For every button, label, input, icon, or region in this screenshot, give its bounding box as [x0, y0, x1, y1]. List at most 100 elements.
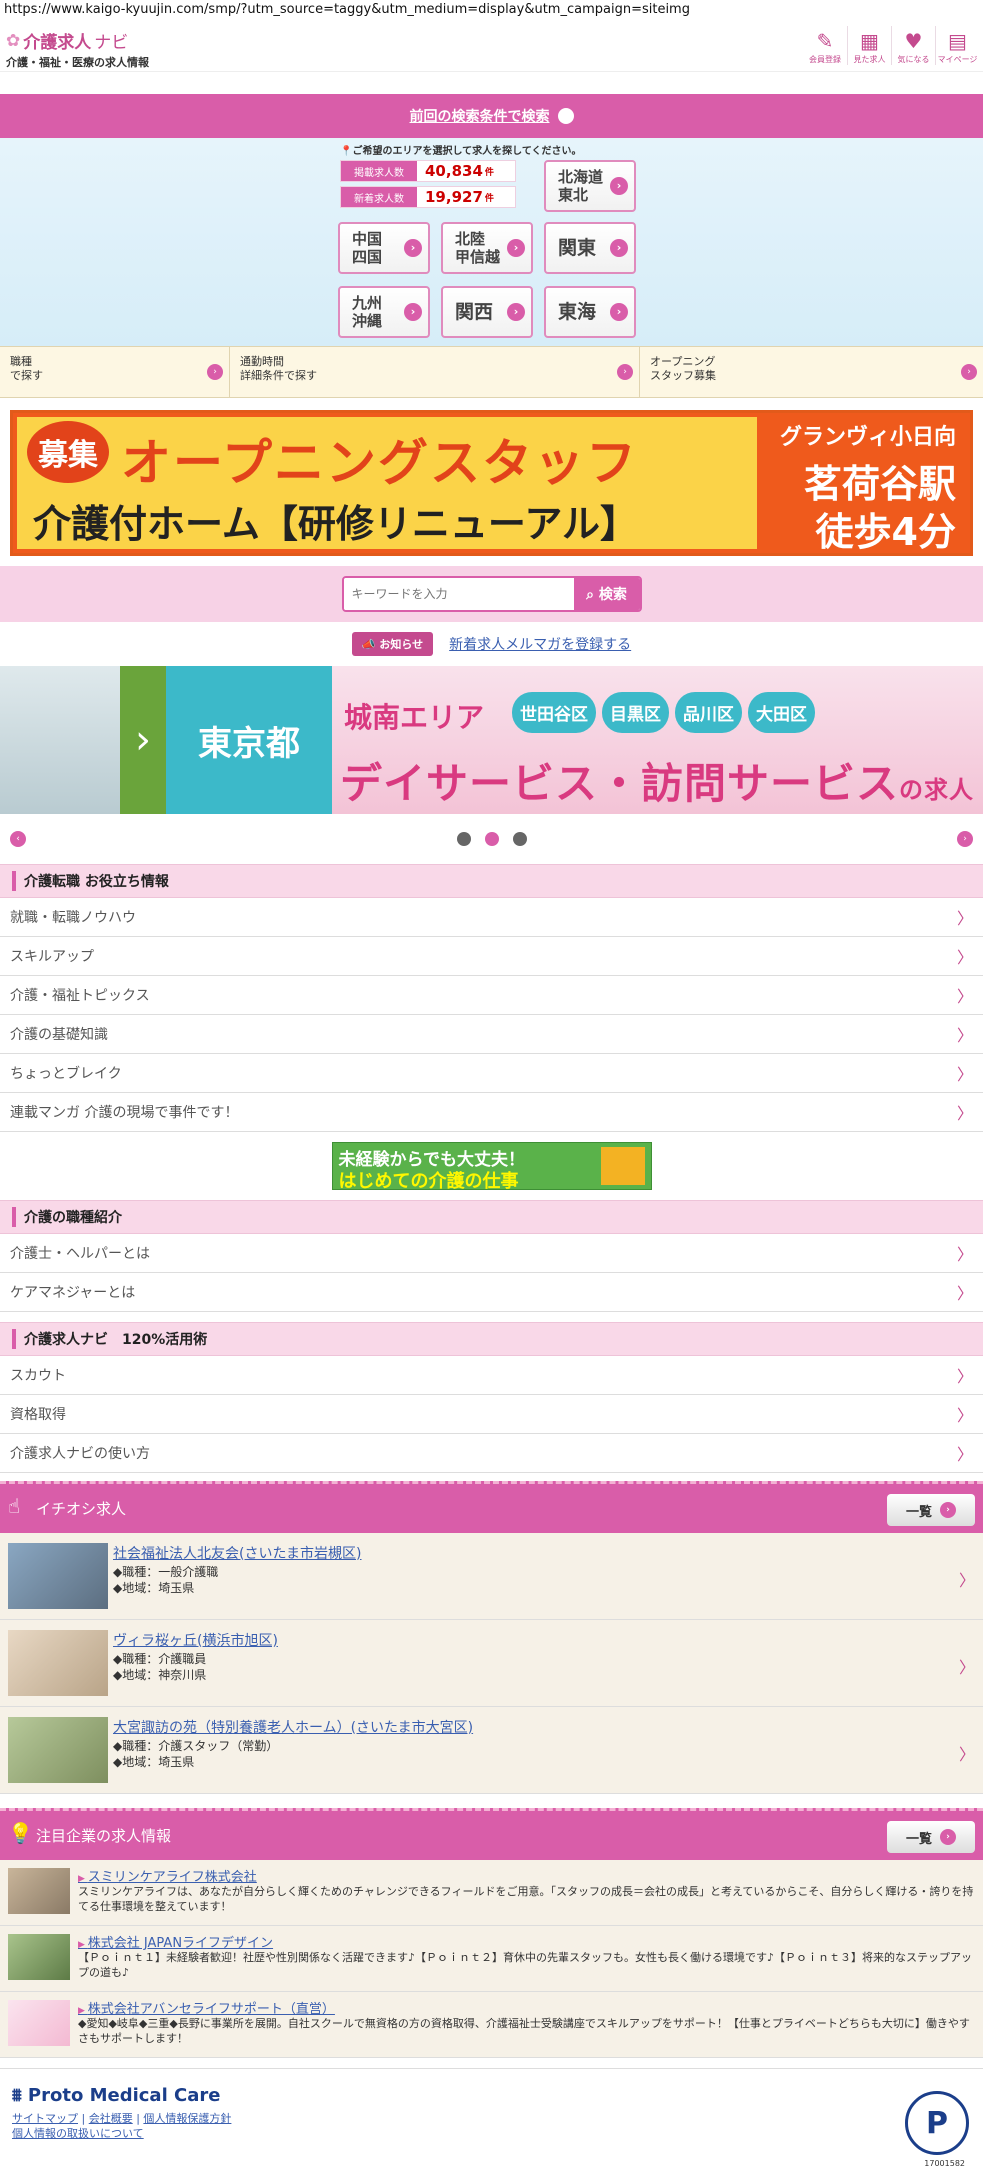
list-item[interactable]: スカウト〉 — [0, 1356, 983, 1395]
pin-icon: 📍 — [340, 146, 353, 157]
list-item[interactable]: 介護の基礎知識〉 — [0, 1015, 983, 1054]
footer-link-sitemap[interactable]: サイトマップ — [12, 2112, 78, 2125]
logo-main: 介護求人 — [23, 33, 92, 53]
region-hokuriku-button[interactable]: 北陸 甲信越 › — [441, 222, 533, 274]
news-tag: 📣 お知らせ — [351, 632, 434, 656]
job-photo — [8, 1543, 108, 1609]
slider-dot[interactable] — [456, 832, 471, 846]
header-icons: ✎ 会員登録 ▦ 見た求人 ♥ 気になる ▤ マイページ — [803, 26, 979, 65]
list-item[interactable]: 連載マンガ 介護の現場で事件です！〉 — [0, 1093, 983, 1132]
promo-slider[interactable]: › 東京都 城南エリア 世田谷区 目黒区 品川区 大田区 デイサービス・訪問サービスの… — [0, 666, 983, 814]
beginner-banner[interactable]: 未経験からでも大丈夫！ はじめての介護の仕事 — [331, 1142, 652, 1192]
chevron-right-icon: 〉 — [956, 1367, 973, 1386]
chevron-right-icon: 〉 — [958, 1571, 975, 1590]
arrow-right-icon: › — [940, 1502, 956, 1518]
list-item[interactable]: 介護求人ナビの使い方〉 — [0, 1434, 983, 1473]
footer-link-privacy[interactable]: 個人情報保護方針 — [143, 2112, 231, 2125]
list-item[interactable]: 介護・福祉トピックス〉 — [0, 976, 983, 1015]
company-name-link[interactable]: 株式会社アバンセライフサポート（直営） — [78, 1998, 335, 2017]
heart-icon: ♥ — [904, 29, 923, 53]
calendar-icon: ▦ — [860, 29, 879, 53]
pickup-all-button[interactable]: 一覧 › — [887, 1494, 975, 1526]
keyword-input[interactable] — [343, 578, 574, 610]
member-register-button[interactable]: ✎ 会員登録 — [803, 26, 847, 65]
chevron-right-icon: 〉 — [956, 1245, 973, 1264]
job-item[interactable]: 大宮諏訪の苑（特別養護老人ホーム）(さいたま市大宮区) ◆職種：介護スタッフ（常… — [0, 1707, 983, 1794]
arrow-right-icon: › — [404, 303, 422, 321]
footer-link-company[interactable]: 会社概要 — [89, 2112, 133, 2125]
list-item[interactable]: スキルアップ〉 — [0, 937, 983, 976]
region-tokai-button[interactable]: 東海 › — [544, 286, 636, 338]
slider-dot[interactable] — [484, 832, 499, 846]
slider-prev-button[interactable]: ‹ — [10, 831, 26, 847]
job-name-link[interactable]: 大宮諏訪の苑（特別養護老人ホーム）(さいたま市大宮区) — [113, 1717, 473, 1737]
company-photo — [8, 1868, 70, 1914]
company-photo — [8, 1934, 70, 1980]
mypage-button[interactable]: ▤ マイページ — [935, 26, 979, 65]
list-item[interactable]: 就職・転職ノウハウ〉 — [0, 898, 983, 937]
area-selector: 📍ご希望のエリアを選択して求人を探してください。 掲載求人数 40,834 件 新… — [0, 138, 983, 346]
chevron-right-icon: 〉 — [956, 1065, 973, 1084]
site-logo[interactable]: ✿ 介護求人 ナビ 介護・福祉・医療の求人情報 — [6, 28, 149, 70]
region-kanto-button[interactable]: 関東 › — [544, 222, 636, 274]
company-item[interactable]: スミリンケアライフ株式会社 スミリンケアライフは、あなたが自分らしく輝くためのチ… — [0, 1860, 983, 1926]
mypage-icon: ▤ — [948, 29, 967, 53]
new-count: 新着求人数 19,927 件 — [340, 186, 516, 208]
pickup-header: ☝ イチオシ求人 一覧 › — [0, 1481, 983, 1533]
slider-dot[interactable] — [512, 832, 527, 846]
job-item[interactable]: ヴィラ桜ヶ丘(横浜市旭区) ◆職種：介護職員 ◆地域：神奈川県 〉 — [0, 1620, 983, 1707]
arrow-right-icon: › — [610, 239, 628, 257]
list-item[interactable]: 介護士・ヘルパーとは〉 — [0, 1234, 983, 1273]
arrow-right-icon: › — [617, 364, 633, 380]
favorites-button[interactable]: ♥ 気になる — [891, 26, 935, 65]
region-chugoku-button[interactable]: 中国 四国 › — [338, 222, 430, 274]
company-item[interactable]: 株式会社アバンセライフサポート（直営） ◆愛知◆岐阜◆三重◆長野に事業所を展開。… — [0, 1992, 983, 2058]
flower-icon: ✿ — [6, 30, 21, 51]
keyword-search-bar: ⌕ 検索 — [0, 566, 983, 622]
featured-header: 💡 注目企業の求人情報 一覧 › — [0, 1808, 983, 1860]
opening-staff-banner[interactable]: 募集 オープニングスタッフ 介護付ホーム【研修リニューアル】 グランヴィ小日向 … — [10, 410, 973, 556]
region-hokkaido-button[interactable]: 北海道 東北 › — [544, 160, 636, 212]
arrow-right-icon: › — [961, 364, 977, 380]
search-by-commute-button[interactable]: 通勤時間 詳細条件で探す › — [229, 347, 639, 397]
list-item[interactable]: ケアマネジャーとは〉 — [0, 1273, 983, 1312]
job-name-link[interactable]: ヴィラ桜ヶ丘(横浜市旭区) — [113, 1630, 278, 1650]
search-by-job-button[interactable]: 職種 で探す › — [0, 347, 229, 397]
chevron-right-icon: › — [120, 666, 166, 814]
arrow-right-icon: › — [507, 239, 525, 257]
company-logo-icon: ⩩ — [12, 2085, 22, 2106]
privacy-mark-icon: P — [905, 2091, 969, 2155]
footer-link-personal-info[interactable]: 個人情報の取扱いについて — [12, 2127, 144, 2140]
prev-search-button[interactable]: 前回の検索条件で検索 › — [0, 94, 983, 138]
footer-brand[interactable]: ⩩ Proto Medical Care — [12, 2085, 220, 2106]
header: ✿ 介護求人 ナビ 介護・福祉・医療の求人情報 ✎ 会員登録 ▦ 見た求人 ♥ 気になる … — [0, 22, 983, 72]
job-photo — [8, 1630, 108, 1696]
chevron-right-icon: 〉 — [956, 1104, 973, 1123]
logo-sub: 介護・福祉・医療の求人情報 — [6, 56, 149, 69]
chevron-right-icon: 〉 — [956, 1445, 973, 1464]
arrow-right-icon: › — [610, 177, 628, 195]
search-options: 職種 で探す › 通勤時間 詳細条件で探す › オープニング スタッフ募集 › — [0, 346, 983, 398]
chevron-right-icon: 〉 — [956, 1026, 973, 1045]
company-name-link[interactable]: 株式会社 JAPANライフデザイン — [78, 1932, 273, 1951]
job-name-link[interactable]: 社会福祉法人北友会(さいたま市岩槻区) — [113, 1543, 362, 1563]
mail-magazine-link[interactable]: 新着求人メルマガを登録する — [449, 634, 631, 654]
job-item[interactable]: 社会福祉法人北友会(さいたま市岩槻区) ◆職種：一般介護職 ◆地域：埼玉県 〉 — [0, 1533, 983, 1620]
area-message: 📍ご希望のエリアを選択して求人を探してください。 — [340, 146, 582, 157]
search-opening-staff-button[interactable]: オープニング スタッフ募集 › — [639, 347, 983, 397]
arrow-right-icon: › — [507, 303, 525, 321]
region-kansai-button[interactable]: 関西 › — [441, 286, 533, 338]
slider-next-button[interactable]: › — [957, 831, 973, 847]
list-item[interactable]: ちょっとブレイク〉 — [0, 1054, 983, 1093]
list-item[interactable]: 資格取得〉 — [0, 1395, 983, 1434]
featured-all-button[interactable]: 一覧 › — [887, 1821, 975, 1853]
chevron-right-icon: 〉 — [956, 909, 973, 928]
chevron-right-icon: 〉 — [958, 1745, 975, 1764]
search-button[interactable]: ⌕ 検索 — [573, 578, 640, 610]
url-bar: https://www.kaigo-kyuujin.com/smp/?utm_s… — [4, 2, 690, 17]
viewed-jobs-button[interactable]: ▦ 見た求人 — [847, 26, 891, 65]
company-name-link[interactable]: スミリンケアライフ株式会社 — [78, 1866, 257, 1885]
company-item[interactable]: 株式会社 JAPANライフデザイン 【Ｐｏｉｎｔ１】未経験者歓迎！社歴や性別関係… — [0, 1926, 983, 1992]
region-kyushu-button[interactable]: 九州 沖縄 › — [338, 286, 430, 338]
megaphone-icon: 📣 — [361, 638, 376, 651]
